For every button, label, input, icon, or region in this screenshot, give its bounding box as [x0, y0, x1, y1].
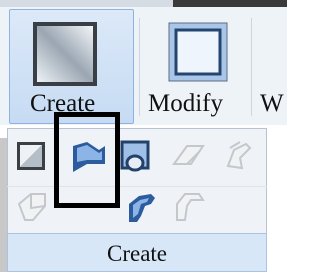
unfold-icon: [226, 141, 252, 170]
bend-icon: [176, 193, 205, 221]
create-sheet-icon: [33, 22, 97, 86]
hem-icon: [129, 194, 155, 222]
create-tool-button[interactable]: Create: [9, 9, 134, 124]
contour-flange-icon: [120, 140, 150, 172]
contour-flange-button[interactable]: [119, 139, 153, 173]
ribbon-separator: [139, 18, 140, 116]
modify-tool-button[interactable]: Modify: [141, 9, 249, 124]
fold-icon: [172, 145, 205, 165]
bend-button[interactable]: [171, 190, 205, 224]
create-panel-label: Create: [106, 241, 167, 266]
menu-divider: [7, 186, 267, 187]
fold-button[interactable]: [171, 140, 205, 174]
weld-tool-label: W: [260, 90, 284, 117]
face-button[interactable]: [15, 139, 49, 173]
hem-button[interactable]: [125, 190, 159, 224]
weld-tool-button[interactable]: W: [253, 9, 287, 124]
corner-seam-button[interactable]: [15, 190, 49, 224]
left-edge: [0, 138, 7, 272]
modify-tool-label: Modify: [148, 90, 223, 117]
modify-panel-icon: [168, 22, 228, 82]
selection-highlight-box: [54, 112, 120, 208]
face-icon: [17, 142, 45, 170]
unfold-button[interactable]: [220, 138, 254, 172]
top-dark-tab: [173, 0, 287, 7]
corner-seam-icon: [17, 193, 46, 221]
ribbon-separator: [251, 18, 252, 116]
